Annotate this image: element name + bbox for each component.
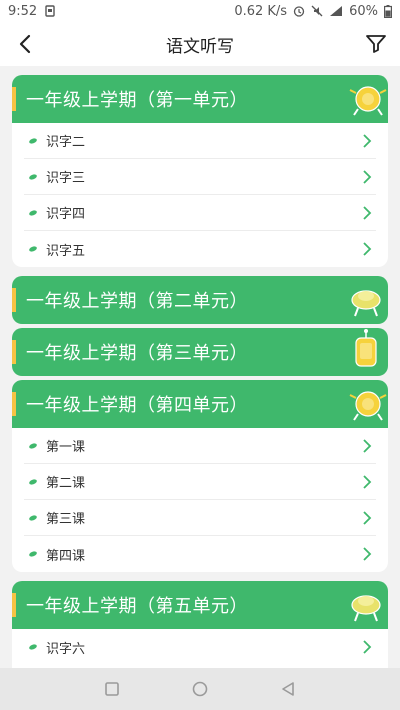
leaf-icon xyxy=(29,442,37,449)
app-header: 语文听写 xyxy=(0,22,400,66)
battery-level: 60% xyxy=(349,3,378,19)
sun-mascot-icon xyxy=(349,86,387,116)
recent-apps-icon[interactable] xyxy=(103,680,121,698)
page-title: 语文听写 xyxy=(166,36,234,57)
chevron-right-icon xyxy=(363,439,372,453)
unit-header[interactable]: 一年级上学期（第四单元） xyxy=(12,380,388,428)
chevron-right-icon xyxy=(363,475,372,489)
lesson-row[interactable]: 识字三 xyxy=(24,159,376,195)
unit-card: 一年级上学期（第三单元） xyxy=(12,328,388,376)
lesson-label: 第二课 xyxy=(46,476,86,491)
status-time: 9:52 xyxy=(8,3,38,19)
system-nav-bar xyxy=(0,668,400,710)
lesson-row[interactable]: 识字二 xyxy=(24,123,376,159)
leaf-icon xyxy=(29,209,37,216)
chevron-right-icon xyxy=(363,206,372,220)
lesson-row[interactable]: 第二课 xyxy=(24,464,376,500)
chevron-right-icon xyxy=(363,134,372,148)
robot-mascot-icon xyxy=(355,329,377,367)
battery-icon xyxy=(384,4,392,18)
unit-title: 一年级上学期（第三单元） xyxy=(26,343,248,364)
unit-marker xyxy=(12,87,16,111)
unit-title: 一年级上学期（第一单元） xyxy=(26,90,248,111)
unit-title: 一年级上学期（第二单元） xyxy=(26,291,248,312)
ufo-mascot-icon xyxy=(351,595,381,622)
network-speed: 0.62 K/s xyxy=(234,3,288,19)
signal-icon xyxy=(330,6,343,16)
ufo-mascot-icon xyxy=(351,290,381,317)
lesson-label: 第三课 xyxy=(46,512,86,527)
unit-marker xyxy=(12,340,16,364)
back-nav-icon[interactable] xyxy=(279,680,297,698)
unit-card: 一年级上学期（第一单元） 识字二 识字三 识字四 识字五 xyxy=(12,75,388,267)
leaf-icon xyxy=(29,246,37,252)
lesson-row[interactable]: 识字四 xyxy=(24,195,376,231)
leaf-icon xyxy=(29,478,37,485)
unit-header[interactable]: 一年级上学期（第二单元） xyxy=(12,276,388,324)
lesson-label: 第四课 xyxy=(46,548,86,564)
mute-icon xyxy=(311,5,323,17)
lesson-row[interactable]: 第四课 xyxy=(24,536,376,572)
home-icon[interactable] xyxy=(191,680,209,698)
unit-title: 一年级上学期（第五单元） xyxy=(26,596,248,617)
alarm-icon xyxy=(293,6,305,17)
lesson-label: 识字四 xyxy=(46,207,86,222)
unit-header[interactable]: 一年级上学期（第五单元） xyxy=(12,581,388,629)
notification-icon xyxy=(45,5,55,17)
unit-card: 一年级上学期（第五单元） 识字六 xyxy=(12,581,388,668)
lesson-row[interactable]: 识字五 xyxy=(24,231,376,267)
chevron-right-icon xyxy=(363,547,372,561)
lesson-label: 识字二 xyxy=(46,135,86,150)
sun-mascot-icon xyxy=(349,391,387,421)
leaf-icon xyxy=(29,514,37,521)
filter-icon[interactable] xyxy=(364,32,388,56)
lesson-row[interactable]: 识字六 xyxy=(24,629,376,665)
chevron-right-icon xyxy=(363,170,372,184)
back-icon[interactable] xyxy=(14,32,38,56)
unit-card: 一年级上学期（第四单元） 第一课 第二课 第三课 第四课 xyxy=(12,380,388,572)
chevron-right-icon xyxy=(363,242,372,256)
lesson-label: 识字三 xyxy=(46,171,86,186)
unit-header[interactable]: 一年级上学期（第一单元） xyxy=(12,75,388,123)
unit-list: 一年级上学期（第一单元） 识字二 识字三 识字四 识字五 一年级上学期（第二单元… xyxy=(0,66,400,668)
lesson-row[interactable]: 第一课 xyxy=(24,428,376,464)
unit-card: 一年级上学期（第二单元） xyxy=(12,276,388,324)
lesson-label: 识字五 xyxy=(46,243,86,259)
unit-title: 一年级上学期（第四单元） xyxy=(26,395,248,416)
unit-header[interactable]: 一年级上学期（第三单元） xyxy=(12,328,388,376)
leaf-icon xyxy=(29,551,37,557)
unit-marker xyxy=(12,288,16,312)
chevron-right-icon xyxy=(363,640,372,654)
leaf-icon xyxy=(29,173,37,180)
chevron-right-icon xyxy=(363,511,372,525)
leaf-icon xyxy=(29,644,37,650)
unit-marker xyxy=(12,593,16,617)
status-bar: 9:52 0.62 K/s 60% xyxy=(0,0,400,22)
lesson-row[interactable]: 第三课 xyxy=(24,500,376,536)
leaf-icon xyxy=(29,137,37,144)
unit-marker xyxy=(12,392,16,416)
lesson-label: 识字六 xyxy=(46,641,86,657)
lesson-label: 第一课 xyxy=(46,440,86,455)
